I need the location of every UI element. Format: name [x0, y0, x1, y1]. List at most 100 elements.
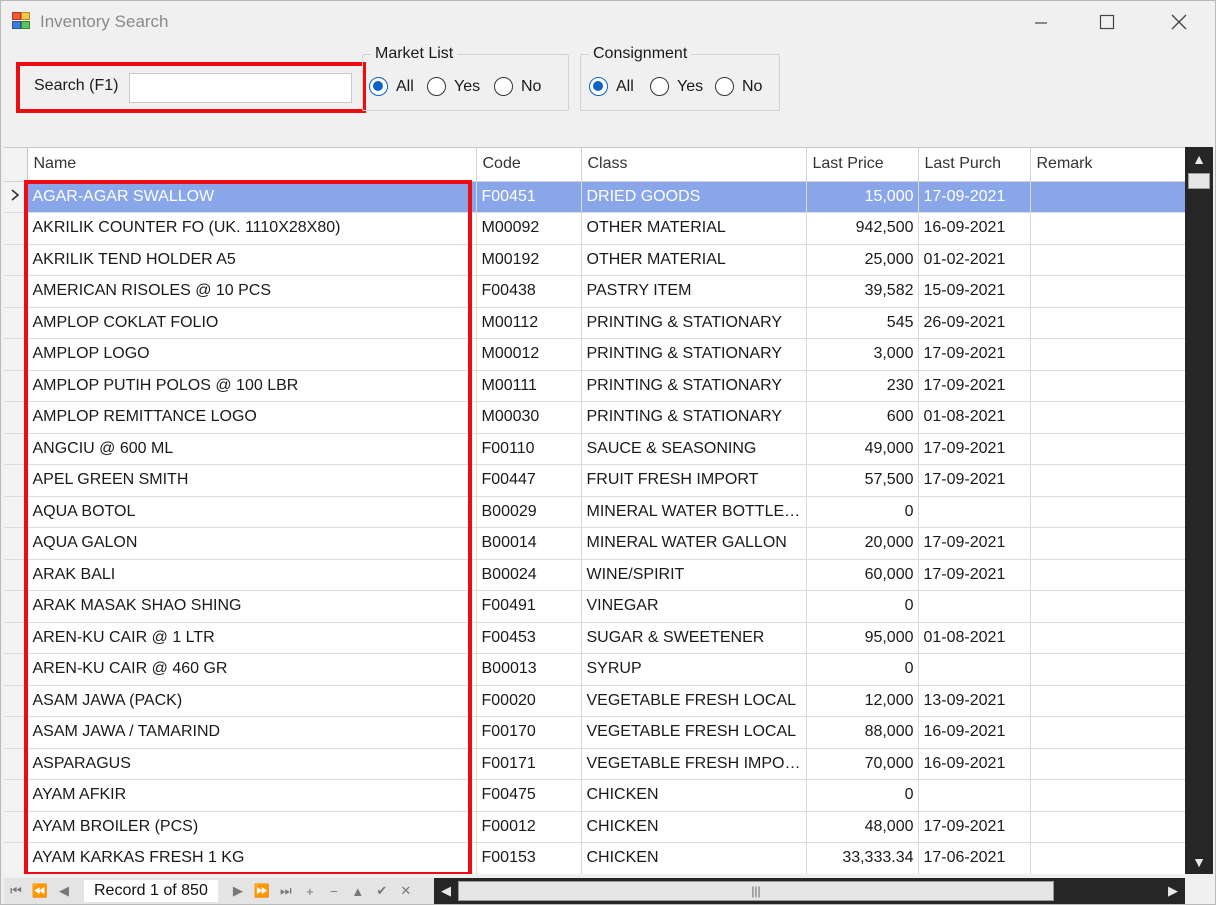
cell-remark[interactable] — [1030, 307, 1185, 339]
cancel-edit-icon[interactable]: ✕ — [394, 883, 418, 899]
scroll-up-icon[interactable]: ▲ — [1185, 147, 1213, 171]
maximize-icon[interactable] — [1087, 7, 1127, 37]
cell-remark[interactable] — [1030, 370, 1185, 402]
cell-class[interactable]: FRUIT FRESH IMPORT — [581, 464, 807, 497]
cell-code[interactable]: M00192 — [476, 244, 582, 276]
cell-remark[interactable] — [1030, 779, 1185, 812]
cell-remark[interactable] — [1030, 275, 1185, 308]
cell-code[interactable]: M00112 — [476, 307, 582, 339]
cell-last-purch[interactable]: 17-09-2021 — [918, 181, 1031, 213]
cell-last-purch[interactable]: 16-09-2021 — [918, 716, 1031, 749]
cell-last-price[interactable]: 33,333.34 — [806, 842, 919, 874]
close-icon[interactable] — [1159, 7, 1199, 37]
market-list-yes-radio[interactable]: Yes — [427, 77, 480, 96]
cell-remark[interactable] — [1030, 716, 1185, 749]
cell-code[interactable]: F00110 — [476, 433, 582, 465]
cell-last-purch[interactable] — [918, 590, 1031, 623]
cell-last-purch[interactable] — [918, 653, 1031, 686]
cell-remark[interactable] — [1030, 811, 1185, 843]
cell-last-purch[interactable]: 17-06-2021 — [918, 842, 1031, 874]
cell-remark[interactable] — [1030, 496, 1185, 528]
cell-last-purch[interactable]: 17-09-2021 — [918, 811, 1031, 843]
cell-class[interactable]: SUGAR & SWEETENER — [581, 622, 807, 654]
cell-last-purch[interactable]: 17-09-2021 — [918, 464, 1031, 497]
cell-code[interactable]: M00111 — [476, 370, 582, 402]
search-input[interactable] — [129, 73, 352, 103]
cell-class[interactable]: PRINTING & STATIONARY — [581, 370, 807, 402]
inventory-grid[interactable]: Name Code Class Last Price Last Purch Re… — [4, 147, 1185, 874]
horizontal-scroll-thumb[interactable]: ||| — [458, 881, 1054, 901]
cell-class[interactable]: SYRUP — [581, 653, 807, 686]
edit-record-icon[interactable]: ▲ — [346, 884, 370, 899]
column-header-last-price[interactable]: Last Price — [806, 148, 919, 182]
cell-remark[interactable] — [1030, 464, 1185, 497]
consignment-all-radio[interactable]: All — [589, 77, 634, 96]
cell-class[interactable]: MINERAL WATER GALLON — [581, 527, 807, 560]
cell-code[interactable]: F00453 — [476, 622, 582, 654]
cell-last-purch[interactable]: 16-09-2021 — [918, 212, 1031, 245]
cell-last-purch[interactable]: 17-09-2021 — [918, 527, 1031, 560]
cell-class[interactable]: PRINTING & STATIONARY — [581, 307, 807, 339]
cell-remark[interactable] — [1030, 685, 1185, 717]
cell-last-price[interactable]: 57,500 — [806, 464, 919, 497]
cell-code[interactable]: F00170 — [476, 716, 582, 749]
cell-last-price[interactable]: 0 — [806, 590, 919, 623]
cell-class[interactable]: VEGETABLE FRESH LOCAL — [581, 685, 807, 717]
cell-code[interactable]: M00012 — [476, 338, 582, 371]
cell-remark[interactable] — [1030, 622, 1185, 654]
scroll-thumb[interactable] — [1188, 173, 1210, 189]
cell-last-purch[interactable]: 16-09-2021 — [918, 748, 1031, 780]
consignment-yes-radio[interactable]: Yes — [650, 77, 703, 96]
first-record-icon[interactable]: ⏮ — [4, 883, 28, 899]
consignment-no-radio[interactable]: No — [715, 77, 762, 96]
cell-code[interactable]: F00491 — [476, 590, 582, 623]
vertical-scrollbar[interactable]: ▲ ▼ — [1185, 147, 1213, 874]
cell-last-purch[interactable]: 13-09-2021 — [918, 685, 1031, 717]
cell-remark[interactable] — [1030, 338, 1185, 371]
column-header-code[interactable]: Code — [476, 148, 582, 182]
cell-code[interactable]: F00153 — [476, 842, 582, 874]
cell-remark[interactable] — [1030, 590, 1185, 623]
cell-remark[interactable] — [1030, 653, 1185, 686]
cell-last-purch[interactable]: 26-09-2021 — [918, 307, 1031, 339]
cell-last-purch[interactable]: 01-08-2021 — [918, 401, 1031, 434]
cell-last-purch[interactable] — [918, 496, 1031, 528]
cell-last-price[interactable]: 88,000 — [806, 716, 919, 749]
cell-code[interactable]: F00020 — [476, 685, 582, 717]
cell-code[interactable]: M00030 — [476, 401, 582, 434]
cell-last-price[interactable]: 12,000 — [806, 685, 919, 717]
cell-remark[interactable] — [1030, 244, 1185, 276]
cell-code[interactable]: B00014 — [476, 527, 582, 560]
cell-last-price[interactable]: 0 — [806, 653, 919, 686]
cell-code[interactable]: F00012 — [476, 811, 582, 843]
cell-code[interactable]: F00447 — [476, 464, 582, 497]
column-header-class[interactable]: Class — [581, 148, 807, 182]
cell-code[interactable]: F00475 — [476, 779, 582, 812]
cell-class[interactable]: PASTRY ITEM — [581, 275, 807, 308]
cell-class[interactable]: OTHER MATERIAL — [581, 244, 807, 276]
cell-remark[interactable] — [1030, 212, 1185, 245]
next-page-icon[interactable]: ⏩ — [250, 883, 274, 899]
cell-last-purch[interactable] — [918, 779, 1031, 812]
cell-class[interactable]: PRINTING & STATIONARY — [581, 401, 807, 434]
market-list-all-radio[interactable]: All — [369, 77, 414, 96]
cell-last-price[interactable]: 39,582 — [806, 275, 919, 308]
cell-last-purch[interactable]: 17-09-2021 — [918, 433, 1031, 465]
cell-remark[interactable] — [1030, 527, 1185, 560]
market-list-no-radio[interactable]: No — [494, 77, 541, 96]
cell-last-price[interactable]: 95,000 — [806, 622, 919, 654]
cell-last-price[interactable]: 0 — [806, 496, 919, 528]
last-record-icon[interactable]: ⏭ — [274, 883, 298, 899]
scroll-right-icon[interactable]: ▶ — [1161, 878, 1185, 904]
column-header-last-purch[interactable]: Last Purch — [918, 148, 1031, 182]
add-record-icon[interactable]: + — [298, 884, 322, 899]
cell-last-purch[interactable]: 17-09-2021 — [918, 559, 1031, 591]
horizontal-scrollbar[interactable]: ◀ ||| ▶ — [434, 878, 1185, 904]
cell-class[interactable]: CHICKEN — [581, 842, 807, 874]
cell-last-price[interactable]: 15,000 — [806, 181, 919, 213]
cell-class[interactable]: VEGETABLE FRESH LOCAL — [581, 716, 807, 749]
cell-last-price[interactable]: 25,000 — [806, 244, 919, 276]
scroll-down-icon[interactable]: ▼ — [1185, 850, 1213, 874]
next-record-icon[interactable]: ▶ — [226, 883, 250, 899]
cell-last-price[interactable]: 20,000 — [806, 527, 919, 560]
